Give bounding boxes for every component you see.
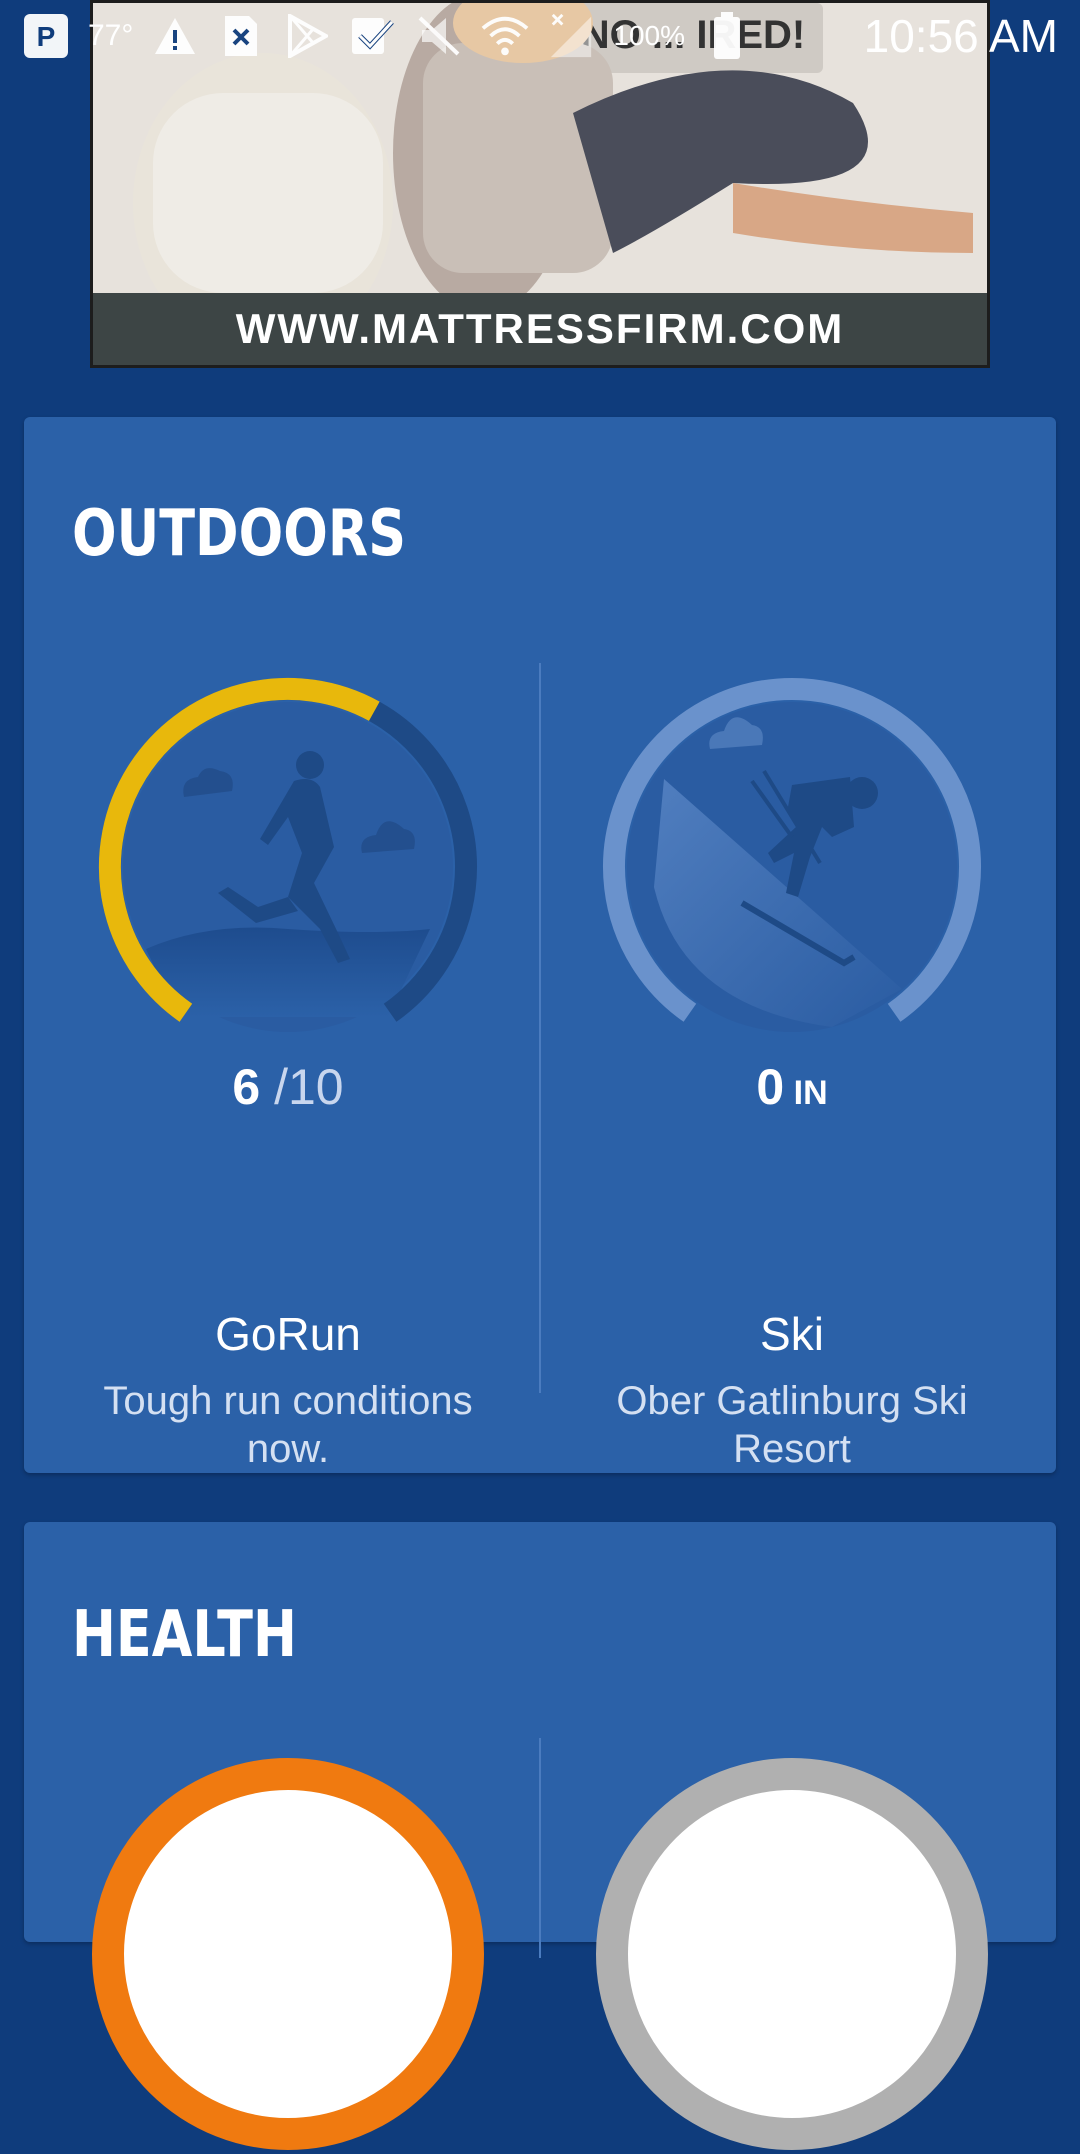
gorun-score-max: /10 <box>260 1059 344 1115</box>
battery-icon <box>703 12 751 60</box>
warning-icon <box>151 12 199 60</box>
health-right-gauge[interactable] <box>592 1754 992 2154</box>
mute-icon <box>415 12 463 60</box>
clock: 10:56 AM <box>863 10 1058 62</box>
battery-percent: 100% <box>613 20 685 51</box>
check-icon <box>349 12 397 60</box>
gorun-description: Tough run conditions now. <box>103 1379 473 1471</box>
ad-url[interactable]: WWW.MATTRESSFIRM.COM <box>93 293 987 365</box>
ski-progress-ring <box>603 677 981 1022</box>
gorun-score-value: 6 <box>232 1059 261 1115</box>
column-divider <box>539 1738 541 1958</box>
ski-snowfall-value: 0 <box>756 1059 785 1115</box>
ski-description: Ober Gatlinburg Ski Resort <box>616 1379 968 1471</box>
play-store-icon <box>283 12 331 60</box>
ski-snowfall-unit: IN <box>784 1074 828 1112</box>
status-bar: P 77° 100% 10:56 AM <box>0 0 1080 72</box>
gorun-name: GoRun <box>215 1308 361 1360</box>
gorun-score: 6 /10 <box>38 1062 538 1112</box>
gorun-ring-fill <box>98 677 380 1022</box>
svg-text:P: P <box>37 21 56 52</box>
ski-snowfall: 0 IN <box>542 1062 1042 1112</box>
health-card: HEALTH <box>24 1522 1056 2150</box>
gorun-progress-ring <box>98 677 477 1022</box>
temperature: 77° <box>88 19 134 52</box>
signal-icon <box>547 12 595 60</box>
ski-name: Ski <box>760 1308 824 1360</box>
health-title: HEALTH <box>72 1598 297 1672</box>
wifi-icon <box>481 12 529 60</box>
pandora-icon: P <box>22 12 70 60</box>
outdoors-title: OUTDOORS <box>72 497 407 571</box>
sim-error-icon <box>217 12 265 60</box>
outdoors-card: OUTDOORS 6 /10 GoRun Tough run condition… <box>24 417 1056 1579</box>
column-divider <box>539 663 541 1393</box>
ski-ring-track <box>603 677 981 1022</box>
health-left-gauge[interactable] <box>88 1754 488 2154</box>
